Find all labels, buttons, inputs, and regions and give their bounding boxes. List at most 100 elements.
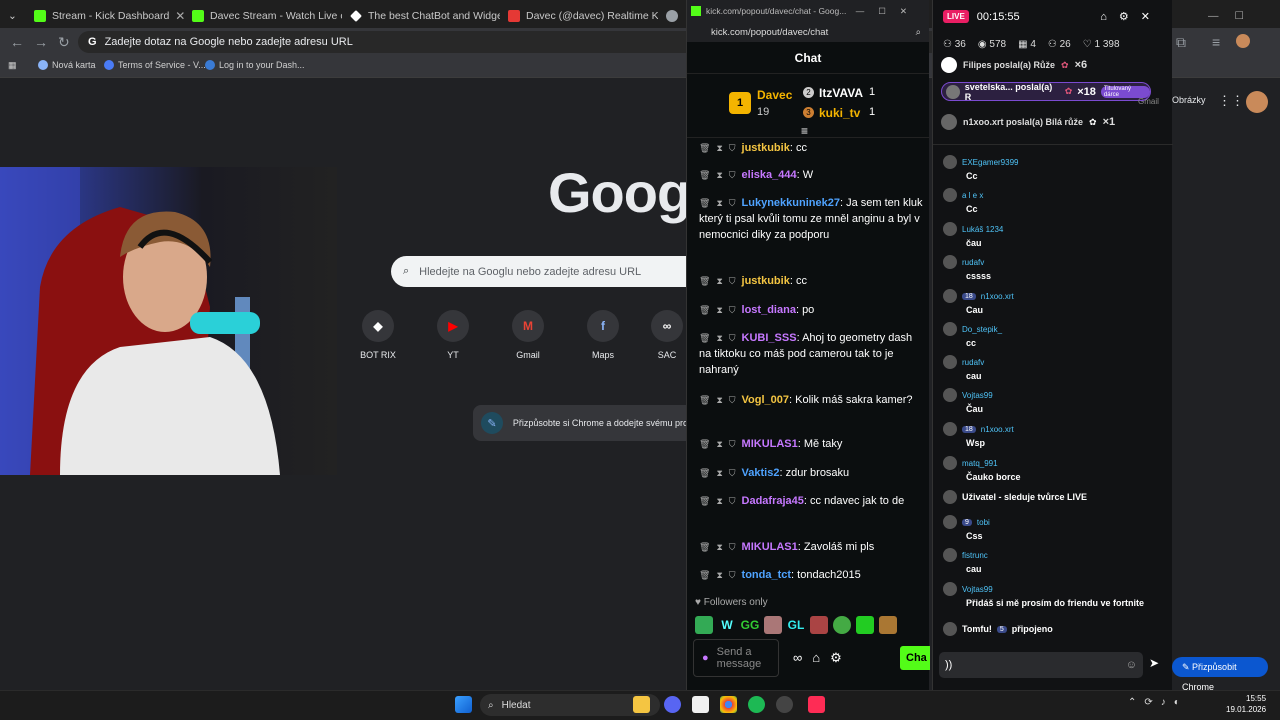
folder-icon[interactable] xyxy=(633,696,650,713)
minimize-icon[interactable]: — xyxy=(1208,10,1219,22)
tiktok-icon[interactable] xyxy=(808,696,825,713)
overlay-username[interactable]: a l e x xyxy=(962,191,983,200)
collapse-icon[interactable]: ≡ xyxy=(801,124,808,138)
discord-icon[interactable] xyxy=(664,696,681,713)
overlay-username[interactable]: EXEgamer9399 xyxy=(962,158,1018,167)
overlay-username[interactable]: fistrunc xyxy=(962,551,988,560)
chat-username[interactable]: Dadafraja45 xyxy=(742,495,804,507)
overlay-username[interactable]: n1xoo.xrt xyxy=(981,292,1014,301)
hourglass-icon[interactable]: ⧗ xyxy=(716,305,722,315)
trash-icon[interactable]: 🗑 xyxy=(699,170,710,180)
hourglass-icon[interactable]: ⧗ xyxy=(716,570,722,580)
apps-grid-icon[interactable]: ⋮⋮ xyxy=(1218,93,1244,109)
trash-icon[interactable]: 🗑 xyxy=(699,395,710,405)
hourglass-icon[interactable]: ⧗ xyxy=(716,333,722,343)
chat-send-button[interactable]: Cha xyxy=(900,646,930,670)
trash-icon[interactable]: 🗑 xyxy=(699,198,710,208)
shortcut-sac[interactable]: ∞ SAC xyxy=(648,310,686,360)
store-icon[interactable]: ⌂ xyxy=(812,650,830,665)
overlay-username[interactable]: Vojtas99 xyxy=(962,585,993,594)
emoji-icon[interactable]: ∞ xyxy=(793,650,812,665)
obs-icon[interactable] xyxy=(776,696,793,713)
reload-icon[interactable]: ↻ xyxy=(58,34,70,51)
chat-username[interactable]: eliska_444 xyxy=(742,169,797,181)
chat-username[interactable]: Vogl_007 xyxy=(742,394,790,406)
emote[interactable]: GL xyxy=(787,616,805,634)
hourglass-icon[interactable]: ⧗ xyxy=(716,276,722,286)
emote[interactable] xyxy=(810,616,828,634)
hourglass-icon[interactable]: ⧗ xyxy=(716,542,722,552)
close-icon[interactable]: ✕ xyxy=(1141,11,1162,23)
hourglass-icon[interactable]: ⧗ xyxy=(716,143,722,153)
send-icon[interactable]: ➤ xyxy=(1149,656,1159,670)
apps-grid-icon[interactable]: ▦ xyxy=(8,60,17,71)
trash-icon[interactable]: 🗑 xyxy=(699,333,710,343)
message-input[interactable]: ● Send a message xyxy=(693,639,779,677)
chat-username[interactable]: justkubik xyxy=(742,142,790,154)
images-link[interactable]: Obrázky xyxy=(1172,95,1206,105)
bookmark-item[interactable]: Log in to your Dash... xyxy=(205,60,305,70)
trash-icon[interactable]: 🗑 xyxy=(699,468,710,478)
shortcut-maps[interactable]: f Maps xyxy=(573,310,633,360)
bookmark-item[interactable]: Terms of Service - V... xyxy=(104,60,206,70)
lock-icon[interactable]: ⌂ xyxy=(1100,11,1119,23)
emote[interactable]: W xyxy=(718,616,736,634)
tab[interactable]: Davec (@davec) Realtime Kick✕ xyxy=(500,4,658,28)
overlay-username[interactable]: rudafv xyxy=(962,258,984,267)
avatar[interactable] xyxy=(1246,91,1268,113)
overlay-chat-input[interactable]: )) ☺ xyxy=(939,652,1143,678)
app-icon[interactable] xyxy=(692,696,709,713)
hourglass-icon[interactable]: ⧗ xyxy=(716,395,722,405)
maximize-icon[interactable]: ☐ xyxy=(1235,10,1244,22)
emoji-icon[interactable]: ☺ xyxy=(1126,659,1137,671)
chat-username[interactable]: justkubik xyxy=(742,275,790,287)
shortcut-botrix[interactable]: ◆ BOT RIX xyxy=(348,310,408,360)
system-tray[interactable]: ⌃⟳♪◐ xyxy=(1128,697,1188,708)
emote[interactable] xyxy=(856,616,874,634)
tab[interactable] xyxy=(658,4,686,28)
hourglass-icon[interactable]: ⧗ xyxy=(716,468,722,478)
tab-search-button[interactable]: ⌄ xyxy=(0,4,26,28)
bookmark-item[interactable]: Nová karta xyxy=(38,60,96,70)
trash-icon[interactable]: 🗑 xyxy=(699,439,710,449)
trash-icon[interactable]: 🗑 xyxy=(699,542,710,552)
tab[interactable]: The best ChatBot and Widgets✕ xyxy=(342,4,500,28)
overlay-username[interactable]: Lukáš 1234 xyxy=(962,225,1003,234)
tab[interactable]: Davec Stream - Watch Live on K✕ xyxy=(184,4,342,28)
chat-username[interactable]: Lukynekkuninek27 xyxy=(742,197,840,209)
trash-icon[interactable]: 🗑 xyxy=(699,570,710,580)
settings-icon[interactable]: ⚙ xyxy=(830,650,852,665)
close-icon[interactable]: ✕ xyxy=(175,9,184,23)
hourglass-icon[interactable]: ⧗ xyxy=(716,439,722,449)
shortcut-gmail[interactable]: M Gmail xyxy=(498,310,558,360)
hourglass-icon[interactable]: ⧗ xyxy=(716,496,722,506)
shortcut-youtube[interactable]: ▶ YT xyxy=(423,310,483,360)
spotify-icon[interactable] xyxy=(748,696,765,713)
menu-list-icon[interactable]: ≡ xyxy=(1212,34,1220,50)
window-controls[interactable]: —☐✕ xyxy=(856,6,921,17)
trash-icon[interactable]: 🗑 xyxy=(699,143,710,153)
overlay-username[interactable]: Vojtas99 xyxy=(962,391,993,400)
emote[interactable] xyxy=(879,616,897,634)
trash-icon[interactable]: 🗑 xyxy=(699,305,710,315)
chat-username[interactable]: MIKULAS1 xyxy=(742,438,798,450)
chat-username[interactable]: KUBI_SSS xyxy=(742,332,797,344)
trash-icon[interactable]: 🗑 xyxy=(699,276,710,286)
chat-username[interactable]: MIKULAS1 xyxy=(742,541,798,553)
settings-icon[interactable]: ⚙ xyxy=(1119,11,1141,23)
windows-start-icon[interactable] xyxy=(455,696,472,713)
zoom-icon[interactable]: ⌕ xyxy=(916,27,921,38)
overlay-username[interactable]: n1xoo.xrt xyxy=(981,425,1014,434)
avatar[interactable] xyxy=(1236,34,1250,48)
extensions-icon[interactable]: ⧉ xyxy=(1176,34,1186,51)
customize-chrome-button[interactable]: ✎ Přizpůsobit Chrome xyxy=(1172,657,1268,692)
chat-username[interactable]: Vaktis2 xyxy=(742,467,780,479)
forward-icon[interactable]: → xyxy=(34,34,48,50)
back-icon[interactable]: ← xyxy=(10,34,24,50)
chrome-icon[interactable] xyxy=(720,696,737,713)
trash-icon[interactable]: 🗑 xyxy=(699,496,710,506)
overlay-username[interactable]: tobi xyxy=(977,518,990,527)
hourglass-icon[interactable]: ⧗ xyxy=(716,198,722,208)
mic-icon[interactable]: ● xyxy=(702,652,709,664)
chat-username[interactable]: tonda_tct xyxy=(742,569,792,581)
